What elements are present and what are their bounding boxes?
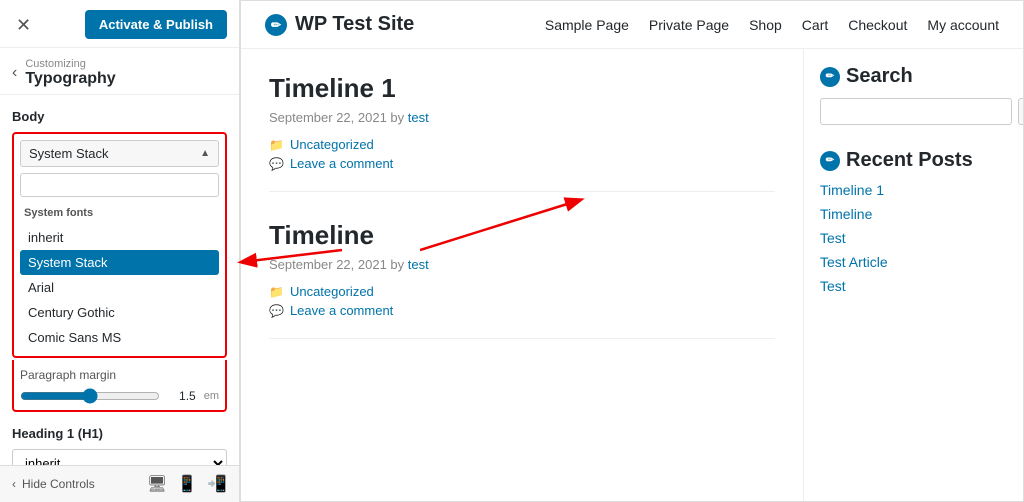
- search-button[interactable]: Search: [1018, 98, 1023, 125]
- paragraph-margin-label: Paragraph margin: [20, 368, 219, 382]
- publish-button[interactable]: Activate & Publish: [85, 10, 227, 39]
- tablet-icon[interactable]: 📱: [177, 474, 197, 494]
- font-option-system-stack[interactable]: System Stack: [20, 250, 219, 275]
- recent-posts-list: Timeline 1 Timeline Test Test Article Te…: [820, 182, 1007, 296]
- post-title-1: Timeline 1: [269, 73, 775, 104]
- panel-content: Body System Stack ▲ System fonts inherit…: [0, 95, 239, 465]
- post-category-link-1[interactable]: Uncategorized: [290, 137, 374, 152]
- site-title-text: WP Test Site: [295, 13, 414, 36]
- search-widget-icon: ✏: [820, 67, 840, 87]
- main-content: Timeline 1 September 22, 2021 by test 📁 …: [241, 49, 803, 501]
- post-category-link-2[interactable]: Uncategorized: [290, 284, 374, 299]
- site-logo-icon: ✏: [265, 14, 287, 36]
- font-option-inherit[interactable]: inherit: [20, 225, 219, 250]
- dropdown-arrow-icon: ▲: [200, 148, 210, 159]
- font-option-century-gothic[interactable]: Century Gothic: [20, 300, 219, 325]
- font-option-comic-sans[interactable]: Comic Sans MS: [20, 325, 219, 350]
- font-select-header[interactable]: System Stack ▲: [20, 140, 219, 167]
- hide-controls-button[interactable]: ‹ Hide Controls: [12, 477, 95, 491]
- recent-posts-title-text: Recent Posts: [846, 149, 973, 172]
- nav-cart[interactable]: Cart: [802, 17, 828, 33]
- nav-private-page[interactable]: Private Page: [649, 17, 729, 33]
- back-button[interactable]: ‹: [12, 64, 17, 82]
- mobile-icon[interactable]: 📲: [207, 474, 227, 494]
- paragraph-margin-slider[interactable]: [20, 388, 160, 404]
- recent-posts-widget: ✏ Recent Posts Timeline 1 Timeline Test …: [820, 149, 1007, 296]
- heading-section-label: Heading 1 (H1): [12, 426, 227, 441]
- site-nav: Sample Page Private Page Shop Cart Check…: [545, 17, 999, 33]
- search-widget-title: ✏ Search: [820, 65, 1007, 88]
- panel-footer: ‹ Hide Controls 🖥 📱 📲: [0, 465, 239, 502]
- paragraph-margin-section: Paragraph margin 1.5 em: [12, 360, 227, 412]
- recent-post-link-2[interactable]: Timeline: [820, 206, 872, 222]
- desktop-icon[interactable]: 🖥: [147, 474, 167, 494]
- recent-post-4: Test Article: [820, 254, 1007, 272]
- customizing-label: Customizing: [25, 58, 115, 70]
- recent-posts-icon: ✏: [820, 151, 840, 171]
- nav-shop[interactable]: Shop: [749, 17, 782, 33]
- hide-controls-label: Hide Controls: [22, 477, 95, 491]
- post-footer-2: 📁 Uncategorized 💬 Leave a comment: [269, 284, 775, 318]
- subheader-text: Customizing Typography: [25, 58, 115, 88]
- slider-row: 1.5 em: [20, 388, 219, 404]
- search-input[interactable]: [820, 98, 1012, 125]
- recent-post-2: Timeline: [820, 206, 1007, 224]
- search-title-text: Search: [846, 65, 913, 88]
- recent-post-link-3[interactable]: Test: [820, 230, 846, 246]
- sidebar: ✏ Search Search ✏ Recent Posts Timeline …: [803, 49, 1023, 501]
- font-select-container: System Stack ▲ System fonts inherit Syst…: [12, 132, 227, 358]
- nav-checkout[interactable]: Checkout: [848, 17, 907, 33]
- recent-post-5: Test: [820, 278, 1007, 296]
- footer-icons: 🖥 📱 📲: [147, 474, 227, 494]
- post-comment-2: 💬 Leave a comment: [269, 303, 775, 318]
- slider-unit: em: [204, 390, 219, 402]
- search-row: Search: [820, 98, 1007, 125]
- post-author-1[interactable]: test: [408, 110, 429, 125]
- typography-title: Typography: [25, 70, 115, 88]
- site-header: ✏ WP Test Site Sample Page Private Page …: [241, 1, 1023, 49]
- recent-post-link-5[interactable]: Test: [820, 278, 846, 294]
- font-selected-label: System Stack: [29, 146, 108, 161]
- heading-font-select[interactable]: inherit System Stack Arial Century Gothi…: [12, 449, 227, 465]
- nav-sample-page[interactable]: Sample Page: [545, 17, 629, 33]
- font-option-arial[interactable]: Arial: [20, 275, 219, 300]
- site-title[interactable]: ✏ WP Test Site: [265, 13, 414, 36]
- comment-icon-2: 💬: [269, 304, 284, 318]
- chevron-left-icon: ‹: [12, 477, 16, 491]
- post-comment-link-1[interactable]: Leave a comment: [290, 156, 393, 171]
- recent-post-link-4[interactable]: Test Article: [820, 254, 888, 270]
- search-widget: ✏ Search Search: [820, 65, 1007, 125]
- post-article-1: Timeline 1 September 22, 2021 by test 📁 …: [269, 73, 775, 192]
- post-article-2: Timeline September 22, 2021 by test 📁 Un…: [269, 220, 775, 339]
- post-title-2: Timeline: [269, 220, 775, 251]
- recent-post-3: Test: [820, 230, 1007, 248]
- panel-header: ✕ Activate & Publish: [0, 0, 239, 48]
- post-footer-1: 📁 Uncategorized 💬 Leave a comment: [269, 137, 775, 171]
- preview-body: Timeline 1 September 22, 2021 by test 📁 …: [241, 49, 1023, 501]
- body-section-label: Body: [12, 109, 227, 124]
- post-meta-2: September 22, 2021 by test: [269, 257, 775, 272]
- comment-icon: 💬: [269, 157, 284, 171]
- heading-section: Heading 1 (H1) inherit System Stack Aria…: [12, 426, 227, 465]
- slider-value: 1.5: [168, 389, 196, 403]
- close-button[interactable]: ✕: [12, 14, 35, 36]
- panel-subheader: ‹ Customizing Typography: [0, 48, 239, 95]
- post-comment-1: 💬 Leave a comment: [269, 156, 775, 171]
- customizer-panel: ✕ Activate & Publish ‹ Customizing Typog…: [0, 0, 240, 502]
- post-category-2: 📁 Uncategorized: [269, 284, 775, 299]
- recent-post-1: Timeline 1: [820, 182, 1007, 200]
- recent-posts-title: ✏ Recent Posts: [820, 149, 1007, 172]
- preview-area: ✏ WP Test Site Sample Page Private Page …: [240, 0, 1024, 502]
- folder-icon: 📁: [269, 138, 284, 152]
- font-search-input[interactable]: [20, 173, 219, 197]
- font-group-label: System fonts: [20, 205, 219, 221]
- nav-my-account[interactable]: My account: [927, 17, 999, 33]
- post-comment-link-2[interactable]: Leave a comment: [290, 303, 393, 318]
- post-author-2[interactable]: test: [408, 257, 429, 272]
- post-category-1: 📁 Uncategorized: [269, 137, 775, 152]
- post-meta-1: September 22, 2021 by test: [269, 110, 775, 125]
- folder-icon-2: 📁: [269, 285, 284, 299]
- recent-post-link-1[interactable]: Timeline 1: [820, 182, 884, 198]
